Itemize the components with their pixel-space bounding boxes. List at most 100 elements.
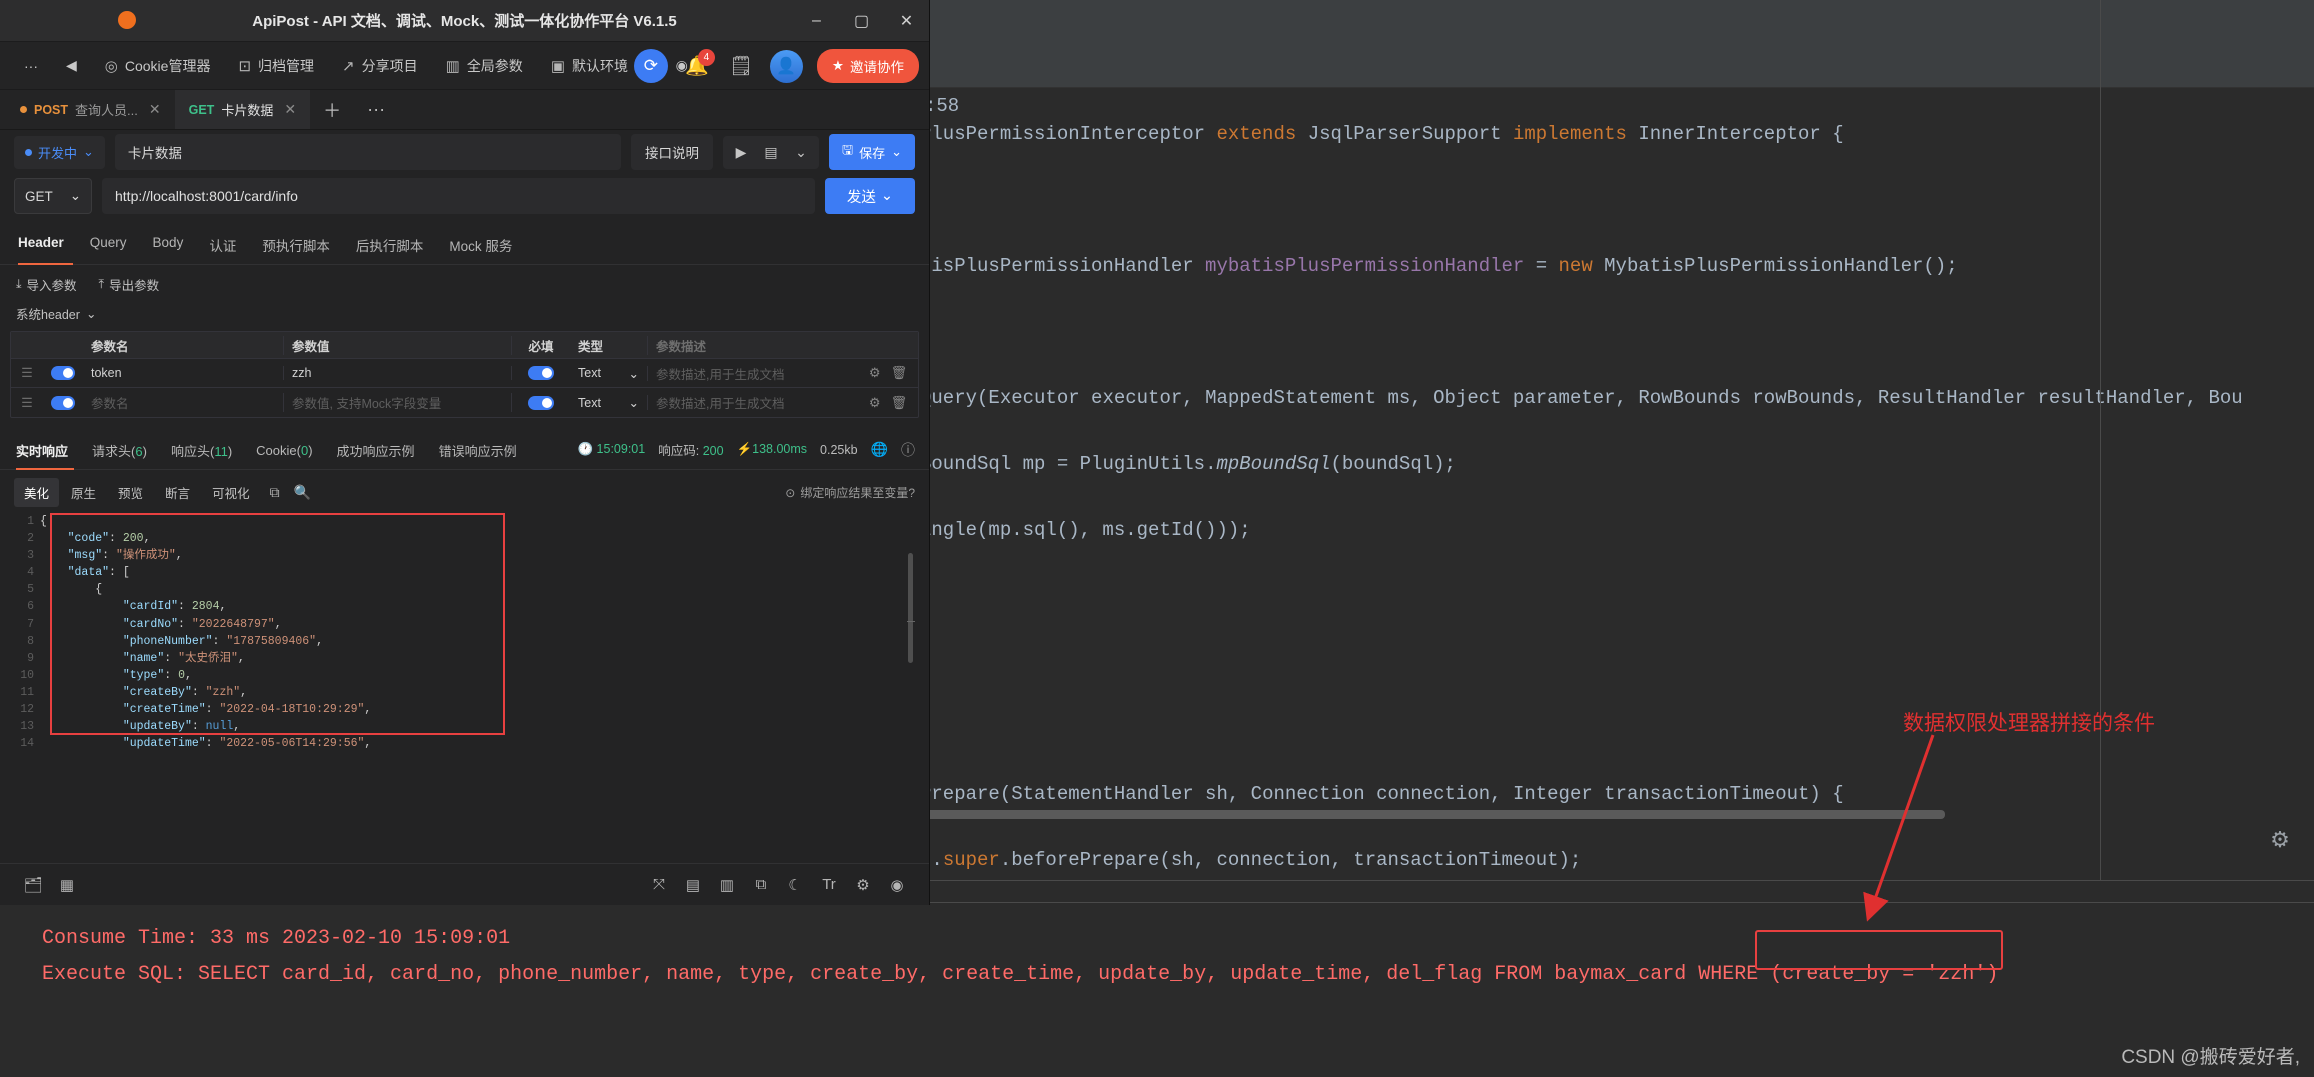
share-project-button[interactable]: ↗ 分享项目: [330, 50, 430, 82]
copy-icon[interactable]: ⧉: [262, 482, 288, 504]
tab-auth[interactable]: 认证: [196, 226, 249, 264]
layout-horizontal-icon[interactable]: ▤: [676, 871, 710, 899]
global-params-button[interactable]: ▥ 全局参数: [434, 50, 535, 82]
save-button[interactable]: 🖫 保存 ⌄: [829, 134, 915, 170]
json-code[interactable]: { "code": 200, "msg": "操作成功", "data": [ …: [40, 513, 371, 753]
list-icon[interactable]: ▤: [757, 139, 785, 166]
tab-more-button[interactable]: ···: [354, 90, 398, 129]
trash-icon[interactable]: 🗑: [891, 365, 908, 381]
row-enable-toggle[interactable]: [43, 366, 83, 380]
send-button[interactable]: 发送 ⌄: [825, 178, 915, 214]
tab-success-example[interactable]: 成功响应示例: [325, 432, 427, 469]
import-params-button[interactable]: ⤓ 导入参数: [16, 275, 77, 294]
clock-icon: 🕐: [577, 442, 594, 456]
globe-icon[interactable]: 🌐: [871, 441, 888, 458]
tab-error-example[interactable]: 错误响应示例: [427, 432, 529, 469]
notes-button[interactable]: 🗒: [726, 51, 756, 81]
param-name-input[interactable]: token: [83, 366, 283, 380]
invite-collaboration-button[interactable]: ★ 邀请协作: [816, 49, 919, 83]
tab-post-script[interactable]: 后执行脚本: [343, 226, 437, 264]
more-menu-button[interactable]: ···: [12, 52, 50, 80]
drag-handle-icon[interactable]: ☰: [11, 365, 43, 381]
url-row: GET ⌄ http://localhost:8001/card/info 发送…: [0, 174, 929, 226]
request-tab-get[interactable]: GET 卡片数据 ✕: [174, 90, 311, 129]
resize-icon[interactable]: ⤧: [642, 871, 676, 899]
close-icon[interactable]: ✕: [284, 101, 296, 118]
layout-split-icon[interactable]: ▥: [710, 871, 744, 899]
param-value-input[interactable]: 参数值, 支持Mock字段变量: [283, 393, 512, 412]
response-vertical-scrollbar[interactable]: [908, 553, 913, 663]
info-icon[interactable]: ⓘ: [901, 440, 915, 460]
table-row[interactable]: ☰ 参数名 参数值, 支持Mock字段变量 Text ⌄ 参数描述,用于生成文档…: [11, 388, 918, 417]
archive-manager-button[interactable]: ⊡ 归档管理: [226, 50, 326, 82]
system-header-toggle[interactable]: 系统header ⌄: [0, 300, 929, 331]
api-name-input[interactable]: 卡片数据: [114, 134, 621, 170]
tab-cookies[interactable]: Cookie(0): [244, 434, 324, 467]
response-resize-handle[interactable]: [907, 621, 915, 622]
tab-label: 请求头: [92, 444, 132, 459]
ide-horizontal-scrollbar[interactable]: [925, 810, 1945, 819]
ide-settings-gear-icon[interactable]: ⚙: [2268, 828, 2292, 852]
view-tab-assert[interactable]: 断言: [155, 478, 200, 507]
moon-icon[interactable]: ☾: [778, 871, 812, 899]
toggle-switch: [528, 395, 554, 410]
api-doc-button[interactable]: 接口说明: [631, 134, 713, 170]
api-name-row: 开发中 ⌄ 卡片数据 接口说明 ▶ ▤ ⌄ 🖫 保存 ⌄: [0, 130, 929, 174]
copy-icon[interactable]: ⧉: [744, 871, 778, 899]
param-value-input[interactable]: zzh: [283, 366, 512, 380]
maximize-button[interactable]: ▢: [839, 0, 884, 42]
run-icon[interactable]: ▶: [727, 139, 755, 166]
param-name-input[interactable]: 参数名: [83, 393, 283, 412]
param-description-input[interactable]: 参数描述,用于生成文档: [648, 393, 858, 412]
line-number-gutter: 1 2 3 4 5 6 7 8 9 10 11 12 13 14 15 16 1…: [20, 515, 34, 751]
minimize-button[interactable]: ‒: [794, 0, 839, 42]
http-method-selector[interactable]: GET ⌄: [14, 178, 92, 214]
required-toggle[interactable]: [512, 395, 570, 410]
window-titlebar[interactable]: ApiPost - API 文档、调试、Mock、测试一体化协作平台 V6.1.…: [0, 0, 929, 42]
tab-pre-script[interactable]: 预执行脚本: [249, 226, 343, 264]
trash-icon[interactable]: 🗑: [891, 395, 908, 411]
history-icon[interactable]: 🗂: [16, 871, 50, 899]
view-tab-beautify[interactable]: 美化: [14, 478, 60, 507]
gear-icon[interactable]: ⚙: [869, 365, 881, 381]
param-description-input[interactable]: 参数描述,用于生成文档: [648, 364, 858, 383]
url-input[interactable]: http://localhost:8001/card/info: [102, 178, 815, 214]
tab-realtime-response[interactable]: 实时响应: [14, 432, 80, 470]
tab-response-headers[interactable]: 响应头(11): [159, 432, 244, 469]
tab-mock-service[interactable]: Mock 服务: [436, 226, 525, 264]
required-toggle[interactable]: [512, 366, 570, 380]
cookie-manager-button[interactable]: ◎ Cookie管理器: [93, 50, 223, 82]
close-button[interactable]: ✕: [884, 0, 929, 42]
param-type-selector[interactable]: Text ⌄: [570, 395, 648, 410]
tab-header[interactable]: Header: [14, 226, 77, 265]
drag-handle-icon[interactable]: ☰: [11, 395, 43, 411]
environment-label: 默认环境: [572, 57, 628, 74]
view-tab-preview[interactable]: 预览: [108, 478, 153, 507]
tab-body[interactable]: Body: [140, 226, 197, 264]
font-icon[interactable]: Tr: [812, 871, 846, 899]
tab-request-headers[interactable]: 请求头(6): [80, 432, 159, 469]
export-params-button[interactable]: ⤒ 导出参数: [99, 275, 160, 294]
view-tab-visualize[interactable]: 可视化: [202, 478, 260, 507]
eye-icon[interactable]: ◉: [880, 871, 914, 899]
back-button[interactable]: ◀: [54, 51, 89, 80]
grid-icon[interactable]: ▦: [50, 871, 84, 899]
request-tab-post[interactable]: POST 查询人员... ✕: [6, 90, 175, 129]
search-icon[interactable]: 🔍: [290, 482, 316, 504]
gear-icon[interactable]: ⚙: [869, 395, 881, 411]
response-body-viewer[interactable]: 1 2 3 4 5 6 7 8 9 10 11 12 13 14 15 16 1…: [14, 513, 915, 753]
param-type-selector[interactable]: Text ⌄: [570, 365, 648, 381]
user-avatar[interactable]: 👤: [769, 49, 803, 83]
tab-query[interactable]: Query: [77, 226, 140, 264]
chevron-down-icon[interactable]: ⌄: [787, 139, 815, 166]
table-row[interactable]: ☰ token zzh Text ⌄ 参数描述,用于生成文档 ⚙ 🗑: [11, 359, 918, 388]
close-icon[interactable]: ✕: [149, 101, 161, 118]
settings-icon[interactable]: ⚙: [846, 871, 880, 899]
row-enable-toggle[interactable]: [43, 395, 83, 410]
notifications-button[interactable]: 🔔 4: [682, 49, 715, 81]
bind-response-to-variable-link[interactable]: ⊙ 绑定响应结果至变量?: [785, 484, 915, 501]
sync-button[interactable]: ⟳: [633, 49, 668, 83]
api-status-selector[interactable]: 开发中 ⌄: [14, 135, 105, 169]
new-tab-button[interactable]: ＋: [310, 90, 354, 129]
view-tab-raw[interactable]: 原生: [61, 478, 106, 507]
